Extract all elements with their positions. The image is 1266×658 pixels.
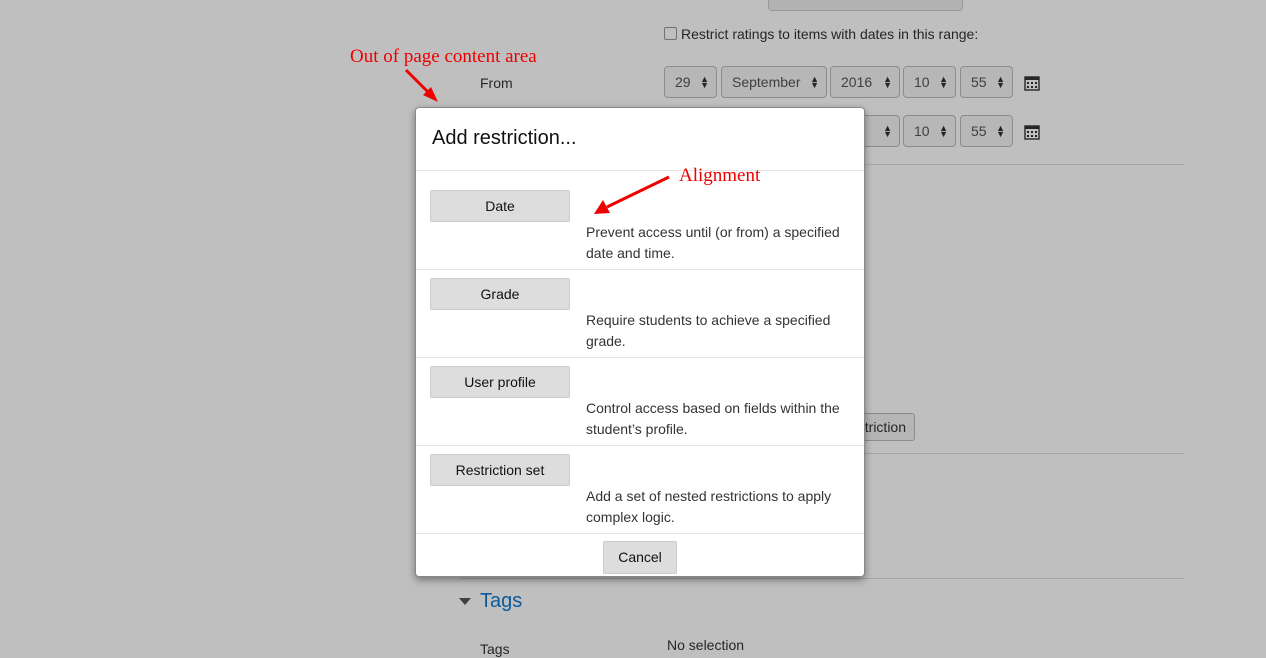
restriction-set-description: Add a set of nested restrictions to appl…: [586, 488, 832, 525]
restriction-set-button[interactable]: Restriction set: [430, 454, 570, 486]
dialog-title: Add restriction...: [432, 127, 577, 149]
dialog-divider: [416, 533, 864, 534]
dialog-divider: [416, 269, 864, 270]
add-restriction-dialog: Add restriction... Date Prevent access u…: [415, 107, 865, 577]
dialog-divider: [416, 170, 864, 171]
dialog-divider: [416, 357, 864, 358]
grade-description: Require students to achieve a specified …: [586, 312, 831, 349]
annotation-alignment: Alignment: [679, 165, 761, 186]
dialog-divider: [416, 445, 864, 446]
grade-button[interactable]: Grade: [430, 278, 570, 310]
date-description: Prevent access until (or from) a specifi…: [586, 224, 840, 261]
cancel-button[interactable]: Cancel: [603, 541, 677, 574]
user-profile-description: Control access based on fields within th…: [586, 400, 840, 437]
annotation-out-of-area: Out of page content area: [350, 46, 537, 67]
user-profile-button[interactable]: User profile: [430, 366, 570, 398]
date-button[interactable]: Date: [430, 190, 570, 222]
